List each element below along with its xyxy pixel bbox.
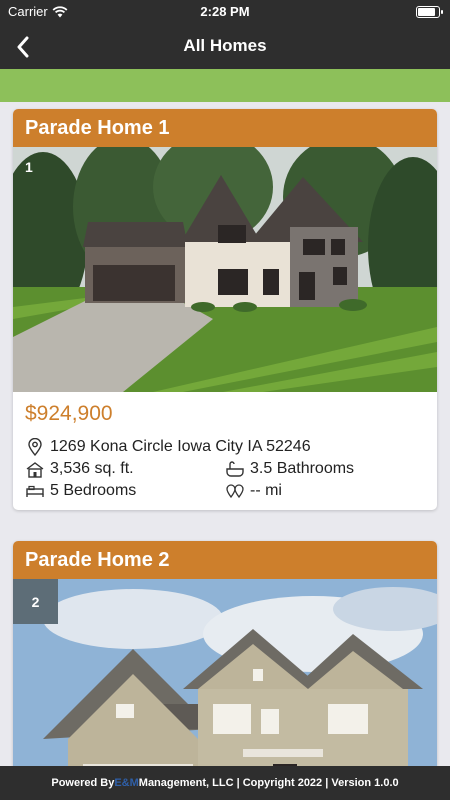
- home-details: $924,900 1269 Kona Circle Iowa City IA 5…: [13, 392, 437, 510]
- home-number-badge: 1: [25, 159, 33, 175]
- stats-row-2: 5 Bedrooms -- mi: [25, 480, 425, 502]
- home-card-1[interactable]: Parade Home 1 1 $924,900 1269 Kona Circl…: [13, 109, 437, 510]
- map-distance-icon: [225, 482, 245, 500]
- page-title: All Homes: [183, 36, 267, 55]
- house-illustration: [13, 579, 437, 766]
- footer-prefix: Powered By: [51, 777, 115, 789]
- footer-bar: Powered By E&M Management, LLC | Copyrig…: [0, 766, 450, 800]
- location-pin-icon: [25, 438, 45, 456]
- status-bar: Carrier 2:28 PM: [0, 0, 450, 24]
- house-icon: [25, 460, 45, 478]
- home-photo[interactable]: 2: [13, 579, 437, 766]
- footer-suffix: Management, LLC | Copyright 2022 | Versi…: [138, 777, 399, 789]
- home-address[interactable]: 1269 Kona Circle Iowa City IA 52246: [50, 438, 311, 456]
- nav-bar: All Homes: [0, 24, 450, 69]
- home-price: $924,900: [25, 402, 113, 425]
- home-title: Parade Home 2: [13, 541, 437, 579]
- home-title: Parade Home 1: [13, 109, 437, 147]
- stats-row-1: 3,536 sq. ft. 3.5 Bathrooms: [25, 458, 425, 480]
- bed-icon: [25, 482, 45, 500]
- home-distance: -- mi: [250, 482, 282, 499]
- house-illustration: [13, 147, 437, 392]
- footer-brand: E&M: [114, 777, 139, 789]
- address-row: 1269 Kona Circle Iowa City IA 52246: [25, 436, 425, 458]
- home-number-badge: 2: [13, 579, 58, 624]
- bathtub-icon: [225, 460, 245, 478]
- status-time: 2:28 PM: [200, 4, 250, 19]
- battery-icon: [416, 6, 443, 18]
- home-sqft: 3,536 sq. ft.: [50, 460, 134, 477]
- home-photo[interactable]: 1: [13, 147, 437, 392]
- green-banner: [0, 69, 450, 102]
- home-bedrooms: 5 Bedrooms: [50, 482, 137, 499]
- home-bathrooms: 3.5 Bathrooms: [250, 460, 355, 477]
- home-card-2[interactable]: Parade Home 2 2: [13, 541, 437, 766]
- homes-list[interactable]: Parade Home 1 1 $924,900 1269 Kona Circl…: [0, 102, 450, 766]
